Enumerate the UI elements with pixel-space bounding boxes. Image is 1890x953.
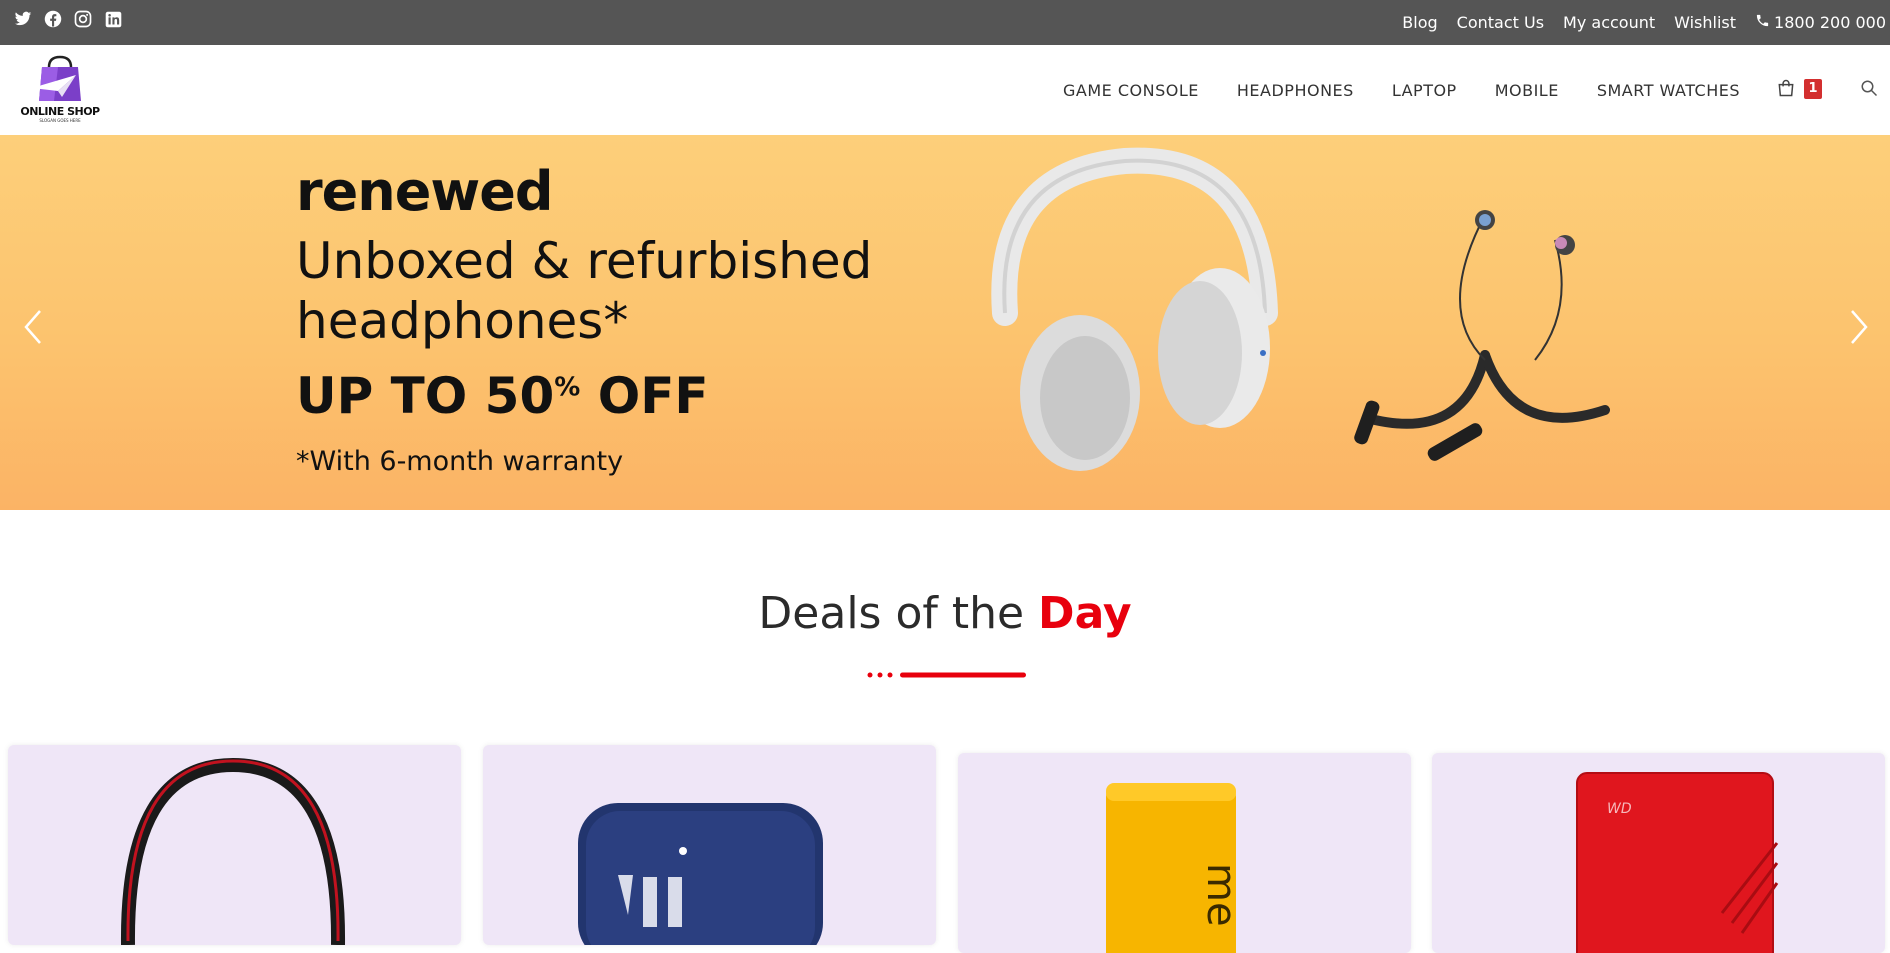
top-bar: Blog Contact Us My account Wishlist 1800… [0, 0, 1890, 45]
deals-heading-accent: Day [1038, 588, 1132, 639]
carousel-next-button[interactable] [1846, 307, 1870, 347]
banner-title: renewed [296, 160, 553, 223]
nav-item-smart-watches[interactable]: SMART WATCHES [1597, 81, 1740, 100]
chevron-left-icon [24, 310, 41, 344]
carousel-prev-button[interactable] [22, 307, 46, 347]
nav-item-headphones[interactable]: HEADPHONES [1237, 81, 1354, 100]
wishlist-link[interactable]: Wishlist [1674, 13, 1736, 32]
svg-text:WD: WD [1607, 801, 1632, 817]
linkedin-icon[interactable] [104, 10, 122, 28]
cart-count-badge: 1 [1804, 79, 1822, 99]
shopping-bag-logo-icon [32, 55, 81, 101]
deals-heading-plain: Deals of the [758, 588, 1039, 639]
deals-heading: Deals of the Day [0, 588, 1890, 639]
white-headphones-image [991, 147, 1278, 471]
product-image-power-bank: me [1106, 783, 1244, 953]
top-links: Blog Contact Us My account Wishlist 1800… [1402, 0, 1890, 45]
product-card-speaker[interactable] [483, 745, 936, 945]
logo-text: ONLINE SHOP [20, 105, 100, 118]
banner-warranty: *With 6-month warranty [296, 446, 624, 477]
logo-slogan: SLOGAN GOES HERE [39, 118, 81, 123]
neckband-earphones-image [1354, 210, 1610, 461]
banner-subtitle: Unboxed & refurbished headphones* [296, 232, 873, 350]
product-image-jbl-speaker [578, 803, 823, 945]
product-image-headphones [120, 757, 346, 945]
banner-offer-main: UP TO 50 [296, 367, 555, 425]
banner-offer: UP TO 50% OFF [296, 367, 709, 425]
search-icon[interactable] [1860, 79, 1880, 99]
blog-link[interactable]: Blog [1402, 13, 1437, 32]
banner-offer-percent: % [554, 372, 581, 403]
nav-item-laptop[interactable]: LAPTOP [1392, 81, 1457, 100]
social-links [14, 10, 122, 28]
cart-bag-icon [1778, 79, 1794, 97]
site-logo[interactable]: ONLINE SHOP SLOGAN GOES HERE [18, 55, 102, 129]
banner-offer-end: OFF [580, 367, 709, 425]
svg-text:me: me [1198, 863, 1244, 927]
facebook-icon[interactable] [44, 10, 62, 28]
hero-banner: renewed Unboxed & refurbished headphones… [0, 135, 1890, 510]
section-divider [867, 672, 1026, 678]
phone-icon [1755, 13, 1770, 32]
instagram-icon[interactable] [74, 10, 92, 28]
nav-item-mobile[interactable]: MOBILE [1495, 81, 1559, 100]
cart-button[interactable]: 1 [1776, 78, 1824, 102]
product-card-power-bank[interactable]: me [958, 753, 1411, 953]
main-header: ONLINE SHOP SLOGAN GOES HERE GAME CONSOL… [0, 45, 1890, 135]
contact-us-link[interactable]: Contact Us [1457, 13, 1544, 32]
main-nav: GAME CONSOLE HEADPHONES LAPTOP MOBILE SM… [1025, 45, 1740, 135]
product-image-hard-drive: WD [1576, 772, 1779, 953]
product-card-headphones[interactable] [8, 745, 461, 945]
nav-item-game-console[interactable]: GAME CONSOLE [1063, 81, 1199, 100]
chevron-right-icon [1851, 310, 1868, 344]
product-card-hard-drive[interactable]: WD [1432, 753, 1885, 953]
phone-number: 1800 200 000 [1774, 13, 1886, 32]
my-account-link[interactable]: My account [1563, 13, 1655, 32]
phone-link[interactable]: 1800 200 000 [1755, 13, 1886, 32]
twitter-icon[interactable] [14, 10, 32, 28]
